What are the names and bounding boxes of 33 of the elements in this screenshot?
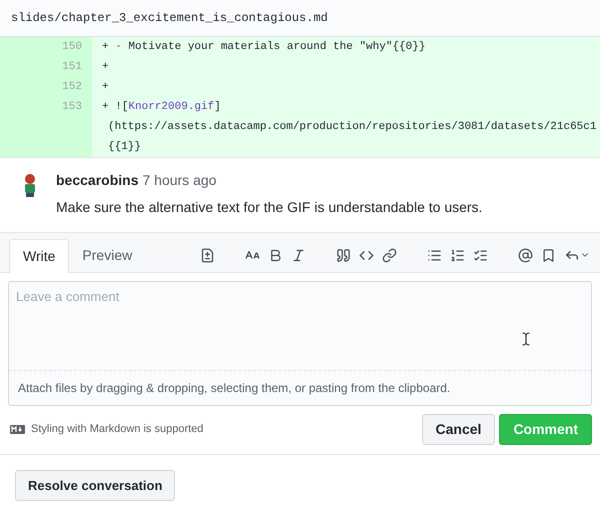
line-number: 153 bbox=[62, 101, 82, 113]
comment-body: Make sure the alternative text for the GIF is understandable to users. bbox=[56, 198, 482, 217]
attach-hint: Attach files by dragging & dropping, selecting them, or pasting from the clipboard. bbox=[18, 381, 450, 395]
comment-field[interactable]: Leave a comment bbox=[9, 282, 591, 370]
resolve-button[interactable]: Resolve conversation bbox=[15, 470, 176, 501]
line-number: 151 bbox=[62, 61, 82, 73]
code-line: + ![Knorr2009.gif] bbox=[102, 100, 222, 115]
quote-icon[interactable] bbox=[336, 248, 351, 262]
code-line: {{1}} bbox=[107, 140, 142, 155]
markdown-note: Styling with Markdown is supported bbox=[31, 422, 204, 438]
comment-author[interactable]: beccarobins bbox=[56, 170, 138, 191]
file-path: slides/chapter_3_excitement_is_contagious.md bbox=[11, 10, 328, 27]
code-line: + bbox=[102, 80, 110, 95]
editor-tab[interactable]: Write bbox=[9, 239, 70, 273]
mention-icon[interactable] bbox=[518, 248, 533, 262]
comment-time: 7 hours ago bbox=[142, 171, 216, 190]
line-number: 152 bbox=[62, 81, 82, 93]
task-list-icon[interactable] bbox=[473, 248, 488, 262]
diff-file-icon[interactable] bbox=[200, 248, 215, 262]
code-line: + - Motivate your materials around the "why"{{0}} bbox=[102, 40, 426, 55]
comment-box[interactable]: Leave a comment Attach files by dragging & dropping, selecting them, or pasting from the clipboard. bbox=[8, 281, 592, 406]
bold-icon[interactable] bbox=[268, 248, 283, 262]
markdown-icon bbox=[10, 425, 25, 434]
link-icon[interactable] bbox=[382, 248, 397, 262]
bulleted-list-icon[interactable] bbox=[427, 248, 442, 262]
cancel-button[interactable]: Cancel bbox=[422, 414, 496, 445]
italic-icon[interactable] bbox=[291, 248, 306, 262]
bookmark-icon[interactable] bbox=[541, 248, 556, 262]
editor-tab[interactable]: Preview bbox=[69, 238, 146, 272]
code-line: + bbox=[102, 60, 110, 75]
numbered-list-icon[interactable] bbox=[450, 248, 465, 262]
line-number: 150 bbox=[62, 41, 82, 53]
code-line: (https://assets.datacamp.com/production/repositories/3081/datasets/21c65c1 bbox=[107, 120, 596, 135]
